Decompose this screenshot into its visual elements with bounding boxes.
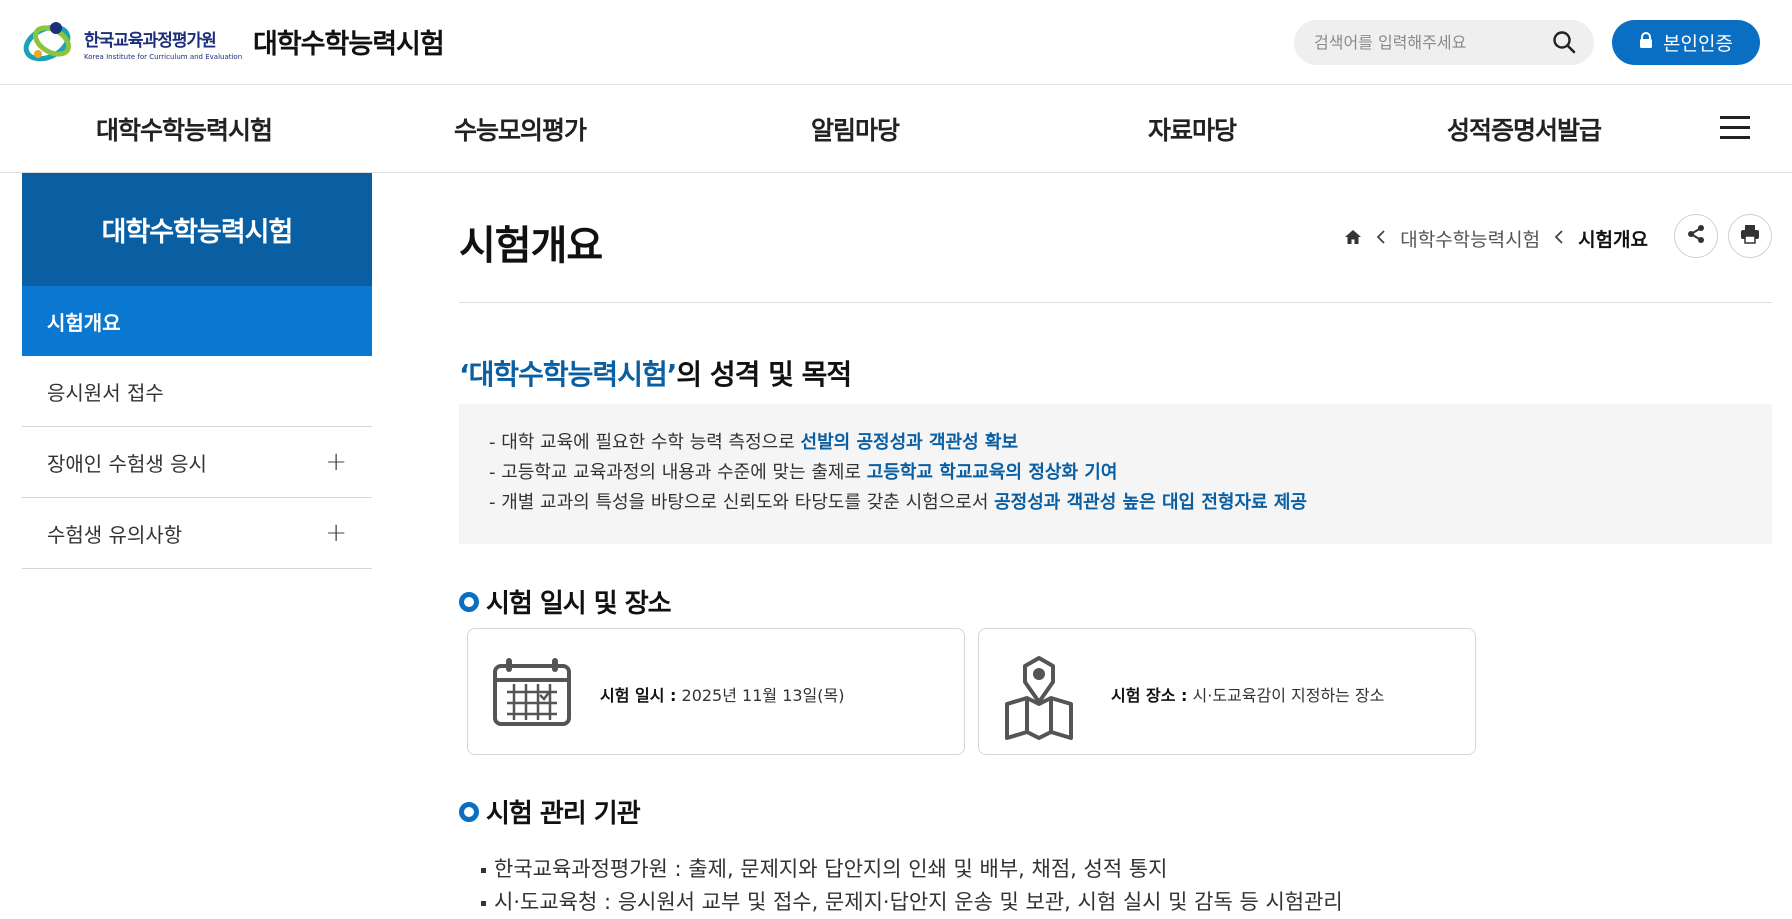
- plus-icon[interactable]: +: [325, 518, 347, 548]
- chevron-left-icon: [1554, 228, 1564, 250]
- purpose-line: - 고등학교 교육과정의 내용과 수준에 맞는 출제로 고등학교 학교교육의 정…: [489, 458, 1742, 488]
- exam-place-text: 시험 장소 : 시·도교육감이 지정하는 장소: [1111, 682, 1384, 706]
- share-button[interactable]: [1674, 214, 1718, 258]
- exam-date-text: 시험 일시 : 2025년 11월 13일(목): [600, 682, 844, 706]
- map-location-icon: [1003, 656, 1075, 744]
- list-item: 한국교육과정평가원 : 출제, 문제지와 답안지의 인쇄 및 배부, 채점, 성…: [481, 853, 1343, 886]
- exam-date-card: 시험 일시 : 2025년 11월 13일(목): [467, 628, 965, 755]
- square-bullet-icon: [481, 867, 486, 873]
- page-title: 시험개요: [459, 223, 603, 269]
- lnb-item-label: 장애인 수험생 응시: [47, 451, 207, 476]
- global-nav: 대학수학능력시험 수능모의평가 알림마당 자료마당 성적증명서발급: [0, 85, 1792, 173]
- breadcrumb-current: 시험개요: [1578, 229, 1648, 251]
- exam-place-value: 시·도교육감이 지정하는 장소: [1187, 686, 1385, 705]
- identity-verify-label: 본인인증: [1663, 33, 1733, 55]
- logo-text: 한국교육과정평가원 Korea Institute for Curriculum…: [84, 26, 242, 61]
- square-bullet-icon: [481, 900, 486, 906]
- lnb-item-label: 응시원서 접수: [47, 380, 164, 405]
- purpose-title-highlight: ‘대학수학능력시험’: [459, 358, 677, 391]
- purpose-line-emphasis: 고등학교 학교교육의 정상화 기여: [866, 462, 1118, 483]
- lock-icon: [1639, 31, 1653, 54]
- lnb-item-cautions[interactable]: 수험생 유의사항 +: [22, 498, 372, 569]
- logo-english-name: Korea Institute for Curriculum and Evalu…: [84, 52, 243, 61]
- lnb-item-overview[interactable]: 시험개요: [22, 286, 372, 356]
- chevron-left-icon: [1376, 228, 1386, 250]
- search-input[interactable]: [1314, 33, 1544, 52]
- kice-logo-mark-icon: [22, 16, 80, 70]
- management-title-text: 시험 관리 기관: [486, 799, 641, 829]
- local-nav: 대학수학능력시험 시험개요 응시원서 접수 장애인 수험생 응시 + 수험생 유…: [22, 173, 372, 569]
- breadcrumb-level1[interactable]: 대학수학능력시험: [1400, 225, 1540, 252]
- gnb-item-mock-exam[interactable]: 수능모의평가: [454, 111, 587, 147]
- identity-verify-button[interactable]: 본인인증: [1612, 20, 1760, 65]
- gnb-item-notice[interactable]: 알림마당: [811, 111, 900, 147]
- exam-date-label: 시험 일시 :: [600, 686, 677, 705]
- purpose-line: - 대학 교육에 필요한 수학 능력 측정으로 선발의 공정성과 객관성 확보: [489, 428, 1742, 458]
- exam-date-value: 2025년 11월 13일(목): [676, 686, 845, 705]
- purpose-line-text: - 대학 교육에 필요한 수학 능력 측정으로: [489, 432, 801, 453]
- breadcrumb: 대학수학능력시험 시험개요: [1344, 225, 1648, 252]
- lnb-item-disabled-applicants[interactable]: 장애인 수험생 응시 +: [22, 427, 372, 498]
- purpose-title: ‘대학수학능력시험’의 성격 및 목적: [459, 353, 852, 393]
- management-section-title: 시험 관리 기관: [459, 793, 641, 830]
- home-icon[interactable]: [1344, 228, 1362, 250]
- ring-bullet-icon: [459, 591, 479, 612]
- gnb-item-csat[interactable]: 대학수학능력시험: [96, 111, 273, 147]
- purpose-box: - 대학 교육에 필요한 수학 능력 측정으로 선발의 공정성과 객관성 확보 …: [459, 404, 1772, 544]
- gnb-item-resources[interactable]: 자료마당: [1148, 111, 1237, 147]
- list-item-text: 한국교육과정평가원 : 출제, 문제지와 답안지의 인쇄 및 배부, 채점, 성…: [494, 857, 1168, 881]
- list-item: 시·도교육청 : 응시원서 교부 및 접수, 문제지·답안지 운송 및 보관, …: [481, 886, 1343, 919]
- schedule-title-text: 시험 일시 및 장소: [486, 589, 672, 619]
- purpose-line: - 개별 교과의 특성을 바탕으로 신뢰도와 타당도를 갖춘 시험으로서 공정성…: [489, 488, 1742, 518]
- purpose-line-text: - 개별 교과의 특성을 바탕으로 신뢰도와 타당도를 갖춘 시험으로서: [489, 492, 995, 513]
- exam-place-card: 시험 장소 : 시·도교육감이 지정하는 장소: [978, 628, 1476, 755]
- plus-icon[interactable]: +: [325, 447, 347, 477]
- lnb-item-application[interactable]: 응시원서 접수: [22, 356, 372, 427]
- printer-icon: [1740, 224, 1760, 248]
- purpose-title-rest: 의 성격 및 목적: [676, 358, 852, 391]
- purpose-line-emphasis: 선발의 공정성과 객관성 확보: [800, 432, 1019, 453]
- kice-logo[interactable]: 한국교육과정평가원 Korea Institute for Curriculum…: [22, 16, 242, 70]
- top-bar: 한국교육과정평가원 Korea Institute for Curriculum…: [0, 0, 1792, 85]
- ring-bullet-icon: [459, 801, 479, 822]
- purpose-line-emphasis: 공정성과 객관성 높은 대입 전형자료 제공: [994, 492, 1307, 513]
- search-box: [1294, 20, 1594, 65]
- title-divider: [459, 302, 1772, 303]
- share-icon: [1686, 224, 1706, 248]
- lnb-title: 대학수학능력시험: [22, 173, 372, 286]
- lnb-item-label: 수험생 유의사항: [47, 522, 183, 547]
- management-list: 한국교육과정평가원 : 출제, 문제지와 답안지의 인쇄 및 배부, 채점, 성…: [481, 853, 1343, 919]
- logo-korean-name: 한국교육과정평가원: [84, 30, 217, 51]
- calendar-icon: [492, 656, 572, 732]
- lnb-item-label: 시험개요: [47, 310, 121, 335]
- print-button[interactable]: [1728, 214, 1772, 258]
- purpose-line-text: - 고등학교 교육과정의 내용과 수준에 맞는 출제로: [489, 462, 867, 483]
- hamburger-menu-icon[interactable]: [1720, 116, 1750, 140]
- search-icon[interactable]: [1552, 30, 1576, 54]
- gnb-item-certificate[interactable]: 성적증명서발급: [1447, 111, 1602, 147]
- site-title[interactable]: 대학수학능력시험: [253, 22, 445, 61]
- exam-place-label: 시험 장소 :: [1111, 686, 1188, 705]
- schedule-section-title: 시험 일시 및 장소: [459, 583, 672, 620]
- list-item-text: 시·도교육청 : 응시원서 교부 및 접수, 문제지·답안지 운송 및 보관, …: [494, 890, 1343, 914]
